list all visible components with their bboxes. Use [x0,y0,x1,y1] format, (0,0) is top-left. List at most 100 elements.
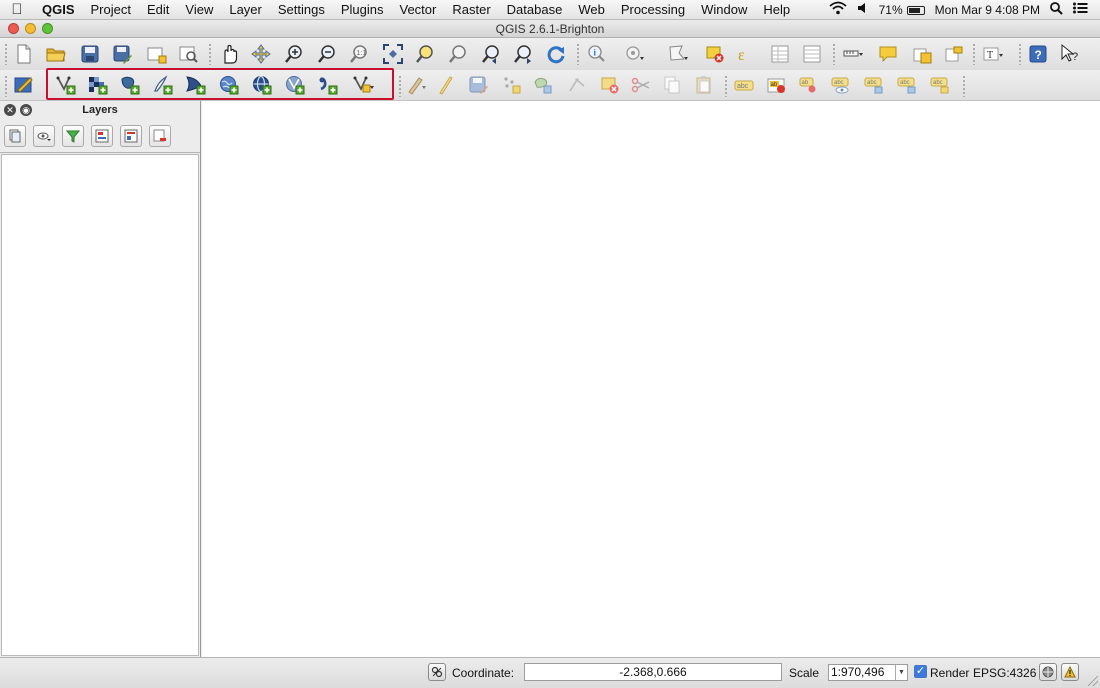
menu-web[interactable]: Web [570,0,613,20]
show-hide-labels-icon[interactable]: abc [829,73,853,97]
battery-status[interactable]: 71% [879,3,925,17]
toolbar-grip[interactable] [4,75,8,97]
crs-globe-icon[interactable] [1039,663,1057,681]
zoom-to-selection-icon[interactable] [413,42,437,66]
toggle-editing-icon[interactable] [434,73,458,97]
menu-settings[interactable]: Settings [270,0,333,20]
menu-help[interactable]: Help [755,0,798,20]
menu-project[interactable]: Project [83,0,139,20]
pin-labels-icon[interactable]: ab [797,73,821,97]
identify-icon[interactable]: i [584,42,608,66]
paste-features-icon[interactable] [692,73,716,97]
scale-combobox[interactable]: 1:970,496 ▼ [828,664,908,681]
save-layer-edits-icon[interactable] [466,73,490,97]
node-tool-icon[interactable] [566,73,590,97]
layer-tree[interactable] [1,154,199,656]
minimize-window-button[interactable] [25,23,36,34]
save-project-icon[interactable] [78,42,102,66]
add-postgis-layer-icon[interactable] [118,73,142,97]
show-bookmarks-icon[interactable] [942,42,966,66]
apple-menu-icon[interactable]:  [0,0,34,20]
new-bookmark-icon[interactable] [910,42,934,66]
wifi-icon[interactable] [829,1,847,18]
toolbar-grip[interactable] [1018,43,1022,65]
add-vector-layer-icon[interactable] [54,73,78,97]
rotate-label-icon[interactable]: abc [895,73,919,97]
spotlight-icon[interactable] [1050,1,1063,18]
clock[interactable]: Mon Mar 9 4:08 PM [935,3,1040,17]
current-edits-icon[interactable] [12,73,36,97]
toolbar-grip[interactable] [832,43,836,65]
move-label-icon[interactable]: abc [862,73,886,97]
zoom-to-layer-icon[interactable] [446,42,470,66]
add-wfs-layer-icon[interactable] [283,73,307,97]
move-feature-icon[interactable] [531,73,555,97]
copy-features-icon[interactable] [660,73,684,97]
attribute-table-icon[interactable] [768,42,792,66]
add-mssql-layer-icon[interactable] [184,73,208,97]
volume-icon[interactable] [857,2,869,17]
toolbar-grip[interactable] [4,43,8,65]
add-delimited-text-layer-icon[interactable] [316,73,340,97]
crs-status[interactable]: EPSG:4326 [973,664,1036,682]
new-shapefile-layer-icon[interactable] [352,73,376,97]
map-canvas[interactable] [202,101,1100,657]
refresh-icon[interactable] [544,42,568,66]
remove-layer-icon[interactable] [149,124,171,147]
add-wms-layer-icon[interactable] [217,73,241,97]
window-resize-handle[interactable] [1088,676,1098,686]
new-project-icon[interactable] [12,42,36,66]
zoom-out-icon[interactable] [315,42,339,66]
toolbar-grip[interactable] [972,43,976,65]
delete-selected-icon[interactable] [598,73,622,97]
menu-layer[interactable]: Layer [221,0,270,20]
deselect-icon[interactable] [703,42,727,66]
add-group-icon[interactable] [4,124,26,147]
zoom-last-icon[interactable] [479,42,503,66]
render-checkbox[interactable]: ✓ [914,665,927,678]
new-print-composer-icon[interactable] [144,42,168,66]
statistics-icon[interactable] [800,42,824,66]
app-menu[interactable]: QGIS [34,0,83,20]
menu-plugins[interactable]: Plugins [333,0,392,20]
messages-warning-icon[interactable] [1061,663,1079,681]
pan-to-selection-icon[interactable] [249,42,273,66]
toolbar-grip[interactable] [576,43,580,65]
filter-legend-icon[interactable] [62,124,84,147]
cut-features-icon[interactable] [629,73,653,97]
whats-this-icon[interactable]: ? [1058,42,1082,66]
zoom-next-icon[interactable] [511,42,535,66]
menu-database[interactable]: Database [499,0,571,20]
menu-processing[interactable]: Processing [613,0,693,20]
map-tips-icon[interactable] [876,42,900,66]
help-contents-icon[interactable]: ? [1026,42,1050,66]
toolbar-grip[interactable] [724,75,728,97]
add-raster-layer-icon[interactable] [86,73,110,97]
add-spatialite-layer-icon[interactable] [151,73,175,97]
collapse-all-icon[interactable] [120,124,142,147]
layer-labeling-icon[interactable]: abc [732,73,756,97]
toolbar-grip[interactable] [398,75,402,97]
save-as-icon[interactable] [110,42,134,66]
select-by-polygon-icon[interactable] [666,42,690,66]
text-annotation-icon[interactable]: T [981,42,1005,66]
menu-raster[interactable]: Raster [444,0,498,20]
manage-visibility-icon[interactable] [33,124,55,147]
zoom-window-button[interactable] [42,23,53,34]
diagram-options-icon[interactable]: ab [765,73,789,97]
current-edits-menu-icon[interactable] [404,73,428,97]
expand-all-icon[interactable] [91,124,113,147]
notification-center-icon[interactable] [1073,2,1088,17]
zoom-full-icon[interactable] [381,42,405,66]
toggle-extents-icon[interactable] [428,663,446,681]
select-features-icon[interactable] [622,42,646,66]
menu-window[interactable]: Window [693,0,755,20]
change-label-icon[interactable]: abc [928,73,952,97]
expression-icon[interactable]: ε [733,42,757,66]
toolbar-grip[interactable] [208,43,212,65]
menu-vector[interactable]: Vector [392,0,445,20]
zoom-in-icon[interactable] [282,42,306,66]
pan-map-icon[interactable] [217,42,241,66]
open-project-icon[interactable] [44,42,68,66]
menu-view[interactable]: View [177,0,221,20]
